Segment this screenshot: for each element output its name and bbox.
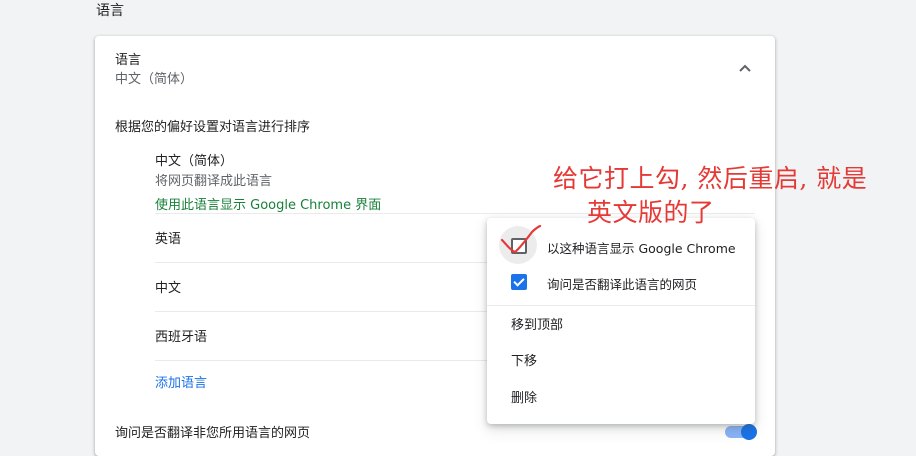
offer-translate-label: 询问是否翻译此语言的网页 [547,277,698,292]
menu-item-move-to-top[interactable]: 移到顶部 [511,314,563,333]
chevron-up-icon[interactable] [732,58,758,78]
language-name: 中文 [155,281,182,296]
translate-offer-label: 询问是否翻译非您所用语言的网页 [115,426,311,441]
order-description: 根据您的偏好设置对语言进行排序 [115,120,311,135]
translate-target-note: 将网页翻译成此语言 [155,174,273,189]
toggle-knob [741,424,757,440]
translate-offer-toggle[interactable] [725,424,757,440]
language-name: 中文（简体） [155,154,234,169]
add-language-link[interactable]: 添加语言 [155,372,207,391]
display-in-language-label: 以这种语言显示 Google Chrome [547,241,736,256]
language-name: 西班牙语 [155,330,208,345]
menu-offer-translate[interactable]: 询问是否翻译此语言的网页 [487,264,755,300]
language-name: 英语 [155,232,182,247]
menu-item-remove[interactable]: 删除 [511,387,537,406]
annotation-line-2: 英文版的了 [587,198,715,227]
languages-header-title: 语言 [115,53,142,68]
red-checkmark-scribble [500,224,542,254]
menu-item-move-down[interactable]: 下移 [511,350,537,369]
display-language-note: 使用此语言显示 Google Chrome 界面 [155,198,382,213]
section-title: 语言 [96,3,124,19]
annotation-line-1: 给它打上勾, 然后重启, 就是 [553,164,868,193]
languages-header-subtitle: 中文（简体） [115,72,194,87]
menu-divider [487,305,755,306]
offer-translate-checkbox[interactable] [511,274,527,290]
